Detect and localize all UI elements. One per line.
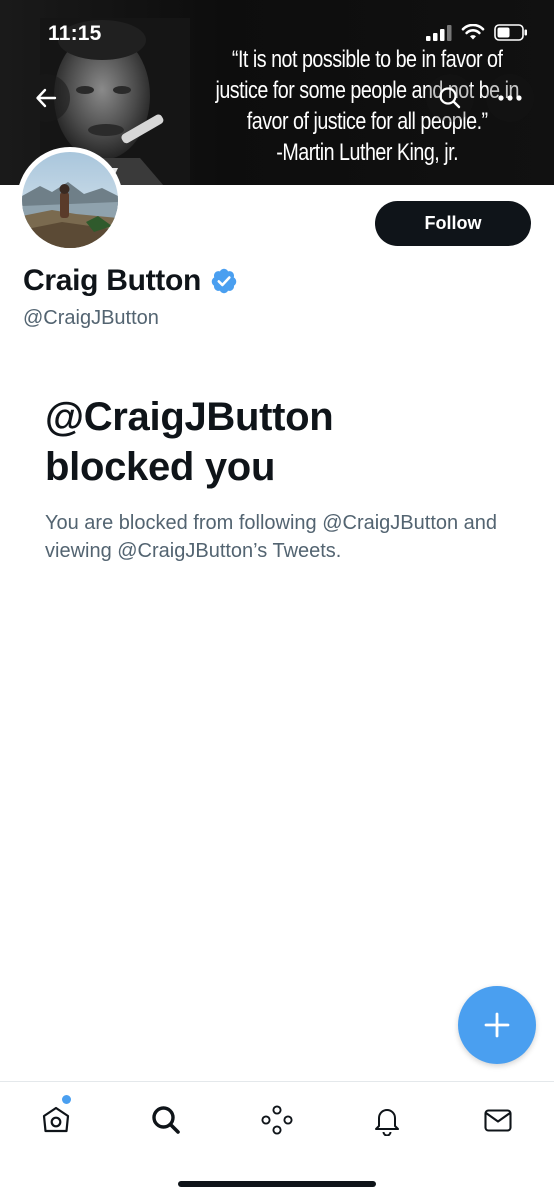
back-arrow-icon xyxy=(36,88,57,108)
blocked-title-text: blocked you xyxy=(45,445,276,489)
nav-messages[interactable] xyxy=(478,1100,518,1140)
battery-icon xyxy=(494,24,527,41)
blocked-title: @CraigJButton blocked you xyxy=(45,392,515,492)
quote-author: -Martin Luther King, jr. xyxy=(276,139,459,166)
profile-handle: @CraigJButton xyxy=(23,307,159,329)
wifi-icon xyxy=(461,24,485,40)
home-indicator xyxy=(178,1181,376,1187)
nav-home[interactable] xyxy=(36,1100,76,1140)
avatar-photo xyxy=(22,152,118,248)
nav-search[interactable] xyxy=(146,1100,186,1140)
compose-tweet-button[interactable] xyxy=(458,986,536,1064)
status-icons xyxy=(426,24,528,41)
nav-notifications[interactable] xyxy=(367,1100,407,1140)
search-profile-button[interactable] xyxy=(426,74,474,122)
status-time: 11:15 xyxy=(48,22,102,45)
envelope-icon xyxy=(484,1109,512,1132)
status-bar: 11:15 xyxy=(0,0,554,60)
search-icon xyxy=(439,87,461,109)
quote-line: favor of justice for all people.” xyxy=(246,108,488,135)
bell-icon xyxy=(375,1109,399,1136)
avatar-image xyxy=(22,152,118,248)
plus-icon xyxy=(484,1012,510,1038)
blocked-title-handle: @CraigJButton xyxy=(45,395,334,439)
display-name-row: Craig Button xyxy=(23,264,238,298)
display-name: Craig Button xyxy=(23,264,202,297)
profile-avatar[interactable] xyxy=(17,147,123,253)
cellular-signal-icon xyxy=(426,24,452,41)
back-button[interactable] xyxy=(22,74,70,122)
verified-badge-icon[interactable] xyxy=(210,267,238,295)
follow-button[interactable]: Follow xyxy=(375,201,531,246)
home-icon xyxy=(42,1106,70,1133)
home-unread-dot xyxy=(62,1095,71,1104)
search-icon xyxy=(152,1106,180,1134)
blocked-description: You are blocked from following @CraigJBu… xyxy=(45,512,498,562)
more-dots-icon xyxy=(498,95,522,101)
nav-spaces[interactable] xyxy=(257,1100,297,1140)
spaces-icon xyxy=(261,1105,293,1135)
more-options-button[interactable] xyxy=(486,74,534,122)
